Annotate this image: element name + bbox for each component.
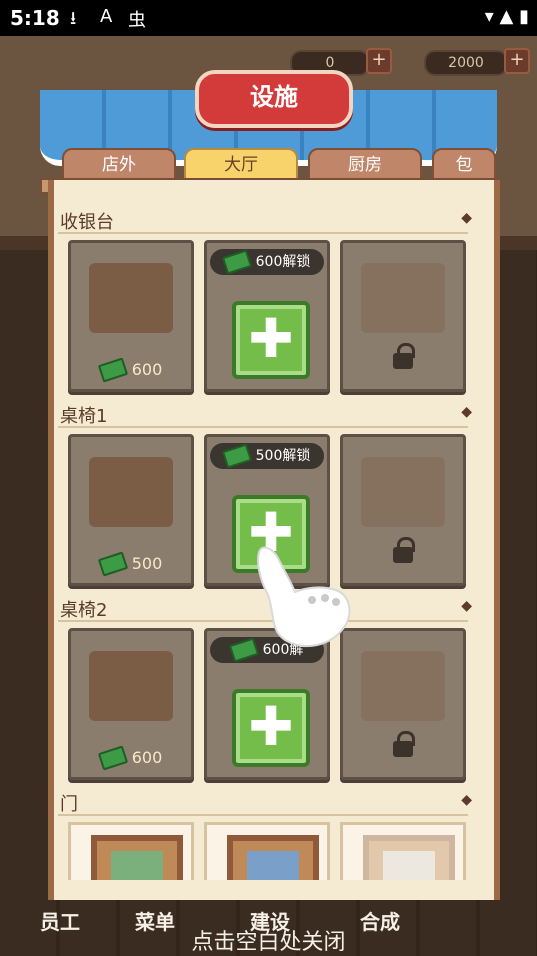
status-right-icons: ▾ ▲ ▮: [484, 6, 529, 27]
section-title-table1: 桌椅1: [60, 406, 108, 427]
unlock-plus-button[interactable]: ✚: [232, 689, 310, 767]
money-plus-button[interactable]: +: [504, 48, 530, 74]
locked-furniture-icon: [361, 263, 445, 333]
money-icon: [97, 745, 128, 771]
modal-title: 设施: [195, 70, 353, 128]
modal-content: 收银台 ◆ 600 600解锁 ✚ 桌椅1 ◆ 500 500解锁 ✚ 桌椅2 …: [58, 190, 478, 880]
status-bar: 5:18 ⭳ A 虫 ▾ ▲ ▮: [0, 0, 537, 36]
tab-outside[interactable]: 店外: [62, 148, 176, 182]
plus-icon: ✚: [248, 307, 294, 370]
card-door-2[interactable]: [204, 822, 330, 880]
card-table1-owned[interactable]: 500: [68, 434, 194, 586]
hand-pointer-icon: [257, 546, 351, 648]
a-icon: A: [100, 6, 113, 27]
section-diamond-icon: ◆: [461, 210, 472, 226]
unlock-plus-button[interactable]: ✚: [232, 301, 310, 379]
locked-furniture-icon: [361, 457, 445, 527]
section-diamond-icon: ◆: [461, 404, 472, 420]
card-price: 600: [71, 357, 191, 383]
card-cashier-locked[interactable]: [340, 240, 466, 392]
card-door-1[interactable]: [68, 822, 194, 880]
download-icon: ⭳: [70, 8, 77, 29]
section-diamond-icon: ◆: [461, 792, 472, 808]
section-divider: [58, 232, 468, 234]
door-glass: [111, 851, 163, 880]
money-icon: [97, 357, 128, 383]
table-furniture-icon: [89, 457, 173, 527]
tab-hall[interactable]: 大厅: [184, 148, 298, 182]
locked-furniture-icon: [361, 651, 445, 721]
money-icon: [221, 443, 252, 469]
facilities-modal: 设施 店外 大厅 厨房 包 收银台 ◆ 600 600解锁 ✚ 桌椅1 ◆ 50…: [40, 70, 501, 900]
unlock-price-pill: 600解锁: [210, 249, 324, 275]
section-title-cashier: 收银台: [60, 212, 114, 233]
section-divider: [58, 814, 468, 816]
door-glass: [247, 851, 299, 880]
card-price: 600: [71, 745, 191, 771]
tab-bar: 店外 大厅 厨房 包: [52, 148, 496, 182]
lock-icon: [393, 731, 415, 757]
section-title-door: 门: [60, 794, 78, 815]
unlock-price-pill: 500解锁: [210, 443, 324, 469]
door-icon: [363, 835, 455, 880]
lock-icon: [393, 343, 415, 369]
money-icon: [221, 249, 252, 275]
tab-more[interactable]: 包: [432, 148, 496, 182]
money-icon: [97, 551, 128, 577]
section-title-table2: 桌椅2: [60, 600, 108, 621]
door-icon: [227, 835, 319, 880]
table-furniture-icon: [89, 651, 173, 721]
tab-kitchen[interactable]: 厨房: [308, 148, 422, 182]
status-time: 5:18: [10, 6, 60, 30]
card-door-3[interactable]: [340, 822, 466, 880]
card-table2-owned[interactable]: 600: [68, 628, 194, 780]
cashier-furniture-icon: [89, 263, 173, 333]
section-diamond-icon: ◆: [461, 598, 472, 614]
door-glass: [383, 851, 435, 880]
card-price: 500: [71, 551, 191, 577]
card-cashier-unlock[interactable]: 600解锁 ✚: [204, 240, 330, 392]
card-cashier-owned[interactable]: 600: [68, 240, 194, 392]
plus-icon: ✚: [248, 695, 294, 758]
section-divider: [58, 426, 468, 428]
close-hint: 点击空白处关闭: [191, 930, 346, 955]
bug-icon: 虫: [128, 10, 146, 31]
lock-icon: [393, 537, 415, 563]
door-icon: [91, 835, 183, 880]
